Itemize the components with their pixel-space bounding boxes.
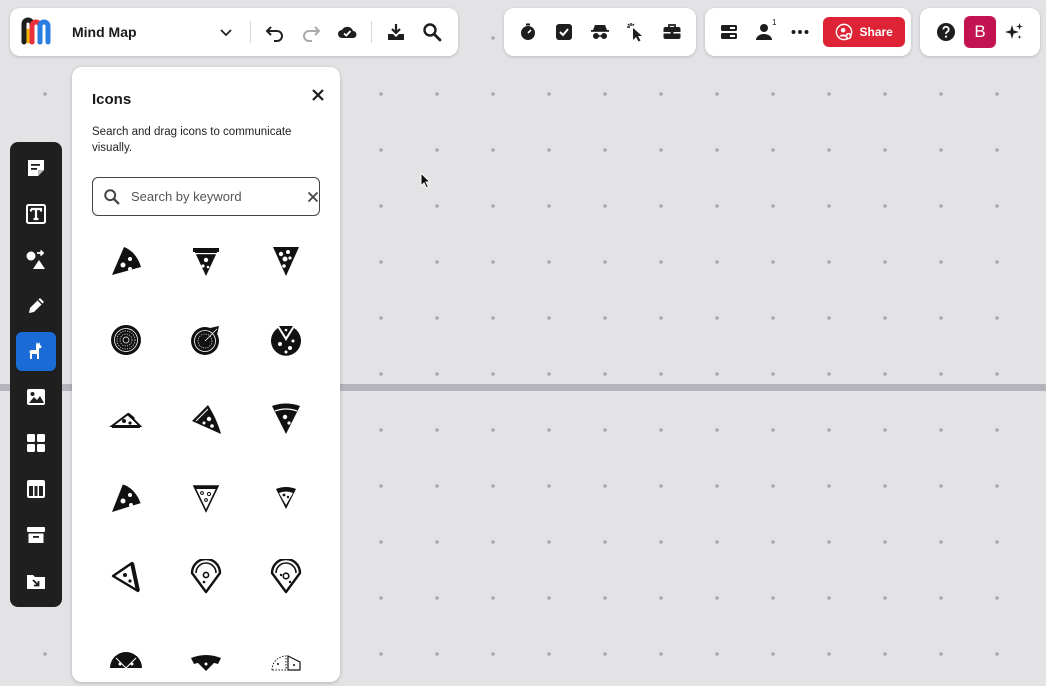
search-icon[interactable]: [414, 14, 450, 50]
pizza-icon[interactable]: [246, 314, 326, 393]
more-icon[interactable]: [782, 14, 817, 50]
download-icon[interactable]: [378, 14, 414, 50]
pizza-slice-icon[interactable]: [166, 551, 246, 630]
pizza-slice-icon[interactable]: [246, 235, 326, 314]
archive-icon: [25, 524, 47, 546]
icon-search-box[interactable]: [92, 177, 320, 216]
icons-panel: Icons Search and drag icons to communica…: [72, 67, 340, 682]
pizza-slice-icon[interactable]: [166, 393, 246, 472]
pizza-icon[interactable]: [86, 630, 166, 682]
collaborator-count: 1: [772, 18, 777, 27]
panel-description: Search and drag icons to communicate vis…: [92, 126, 292, 154]
left-toolbar: [10, 142, 62, 607]
pen-tool[interactable]: [16, 286, 56, 326]
search-input[interactable]: [131, 189, 307, 204]
sparkle-ai-icon[interactable]: [996, 14, 1032, 50]
mouse-cursor-icon: [420, 172, 432, 189]
table-tool[interactable]: [16, 469, 56, 509]
llama-icon: [25, 340, 47, 362]
shapes-tool[interactable]: [16, 240, 56, 280]
pizza-slice-icon[interactable]: [166, 472, 246, 551]
templates-tool[interactable]: [16, 423, 56, 463]
import-tool[interactable]: [16, 561, 56, 601]
panel-title: Icons: [92, 91, 132, 108]
undo-icon[interactable]: [257, 14, 293, 50]
image-tool[interactable]: [16, 378, 56, 418]
import-icon: [25, 570, 47, 592]
clear-search-icon[interactable]: [307, 191, 319, 203]
share-button[interactable]: Share: [823, 17, 906, 47]
pizza-slice-icon[interactable]: [86, 551, 166, 630]
help-bar: B: [920, 8, 1040, 56]
help-icon[interactable]: [928, 14, 964, 50]
table-icon: [25, 478, 47, 500]
user-icon[interactable]: [746, 14, 781, 50]
pizza-slice-icon[interactable]: [86, 393, 166, 472]
cloud-check-icon[interactable]: [329, 14, 365, 50]
icon-results-grid: [86, 235, 326, 682]
sticky-note-icon: [25, 157, 47, 179]
share-label: Share: [859, 25, 893, 39]
icons-tool[interactable]: [16, 331, 56, 372]
templates-icon: [25, 432, 47, 454]
avatar[interactable]: B: [964, 16, 996, 48]
close-icon[interactable]: [306, 83, 330, 107]
archive-tool[interactable]: [16, 515, 56, 555]
cursor-click-icon[interactable]: [618, 14, 654, 50]
checkbox-icon[interactable]: [546, 14, 582, 50]
board-settings-icon[interactable]: [711, 14, 746, 50]
board-title[interactable]: Mind Map: [72, 24, 208, 40]
pizza-slice-icon[interactable]: [86, 472, 166, 551]
tools-bar: [504, 8, 696, 56]
pizza-icon[interactable]: [246, 630, 326, 682]
pizza-slice-icon[interactable]: [166, 235, 246, 314]
separator: [250, 21, 251, 43]
toolbox-icon[interactable]: [654, 14, 690, 50]
pizza-icon[interactable]: [166, 314, 246, 393]
pizza-slice-icon[interactable]: [246, 472, 326, 551]
add-user-icon: [835, 23, 853, 41]
pizza-slice-icon[interactable]: [86, 235, 166, 314]
pen-icon: [25, 295, 47, 317]
pizza-icon[interactable]: [166, 630, 246, 682]
pizza-icon[interactable]: [86, 314, 166, 393]
chevron-down-icon[interactable]: [208, 14, 244, 50]
redo-icon[interactable]: [293, 14, 329, 50]
shapes-icon: [25, 249, 47, 271]
collaboration-bar: 1 Share: [705, 8, 911, 56]
pizza-slice-icon[interactable]: [246, 393, 326, 472]
app-logo-icon[interactable]: [20, 16, 52, 48]
timer-icon[interactable]: [510, 14, 546, 50]
separator: [371, 21, 372, 43]
title-bar: Mind Map: [10, 8, 458, 56]
pizza-slice-icon[interactable]: [246, 551, 326, 630]
incognito-icon[interactable]: [582, 14, 618, 50]
text-icon: [25, 203, 47, 225]
search-icon: [103, 188, 121, 206]
image-icon: [25, 386, 47, 408]
text-tool[interactable]: [16, 194, 56, 234]
sticky-note-tool[interactable]: [16, 148, 56, 188]
